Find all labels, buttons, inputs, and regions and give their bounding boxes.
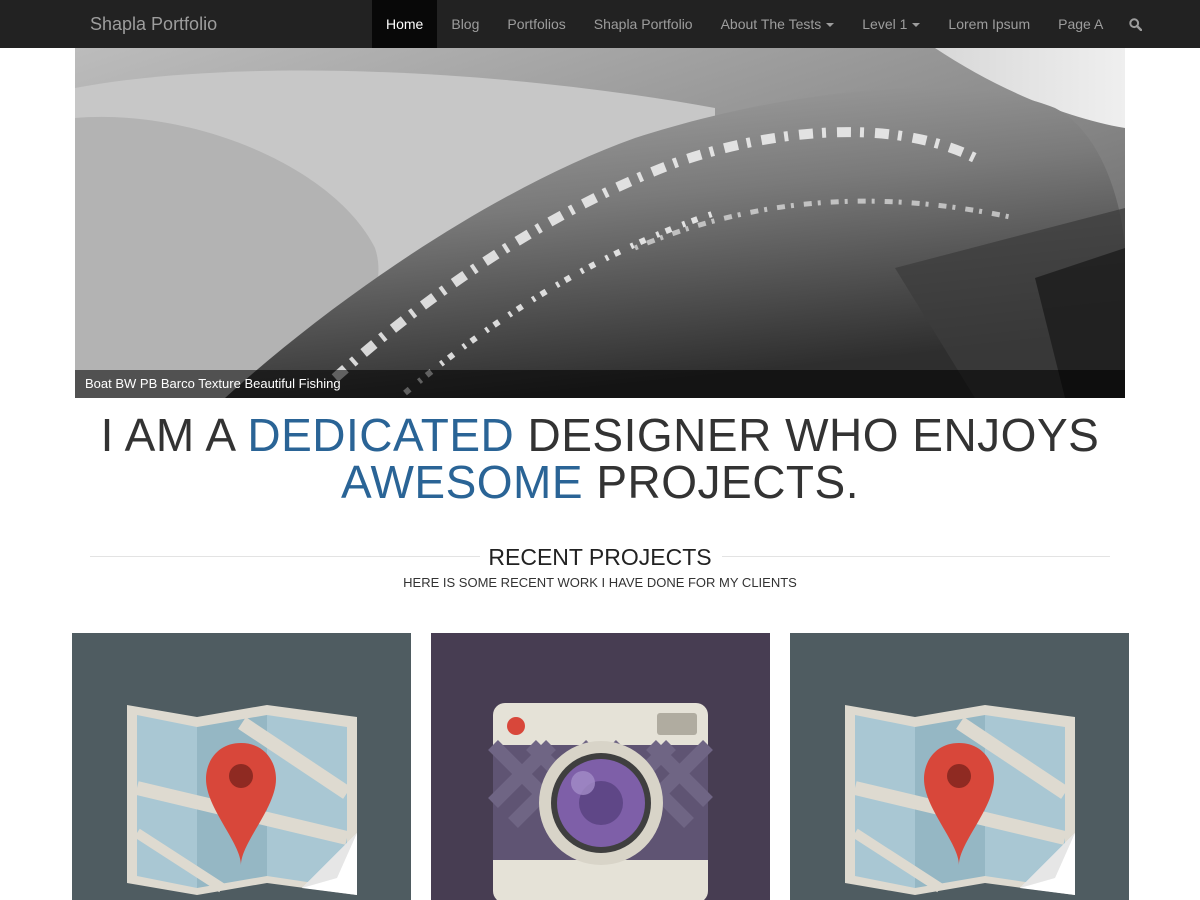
camera-icon [488, 703, 713, 900]
nav-item-about-the-tests[interactable]: About The Tests [707, 0, 849, 48]
search-icon [1129, 17, 1143, 31]
nav-item-portfolios[interactable]: Portfolios [493, 0, 579, 48]
nav-item-shapla-portfolio[interactable]: Shapla Portfolio [580, 0, 707, 48]
map-icon [845, 705, 1075, 895]
tagline-text: PROJECTS. [583, 456, 859, 508]
nav-item-label: Blog [451, 16, 480, 32]
nav-item-blog[interactable]: Blog [437, 0, 493, 48]
nav-item-label: Page A [1058, 16, 1104, 32]
search-button[interactable] [1117, 0, 1156, 48]
section-title: RECENT PROJECTS [488, 544, 712, 570]
nav-item-label: Home [386, 16, 424, 32]
nav-item-level-1[interactable]: Level 1 [848, 0, 934, 48]
tagline: I AM A DEDICATED DESIGNER WHO ENJOYS AWE… [0, 412, 1200, 506]
project-tile-2[interactable] [431, 633, 770, 900]
nav-item-label: Portfolios [507, 16, 566, 32]
nav-item-label: Level 1 [862, 16, 908, 32]
nav-item-home[interactable]: Home [372, 0, 438, 48]
main-nav: Home Blog Portfolios Shapla Portfolio Ab… [372, 0, 1156, 48]
navbar: Shapla Portfolio Home Blog Portfolios Sh… [0, 0, 1200, 48]
slide-image [75, 48, 1125, 398]
tagline-text: I AM A [100, 409, 248, 461]
slide-caption: Boat BW PB Barco Texture Beautiful Fishi… [75, 370, 1125, 398]
section-subtitle: HERE IS SOME RECENT WORK I HAVE DONE FOR… [403, 575, 797, 590]
site-brand[interactable]: Shapla Portfolio [90, 0, 217, 48]
hero-slider[interactable]: Boat BW PB Barco Texture Beautiful Fishi… [75, 48, 1125, 398]
caret-down-icon [912, 23, 921, 28]
project-tile-1[interactable] [72, 633, 411, 900]
caret-down-icon [826, 23, 835, 28]
map-icon [127, 705, 357, 895]
nav-item-label: About The Tests [720, 16, 822, 32]
nav-item-label: Lorem Ipsum [948, 16, 1031, 32]
tagline-text: DESIGNER WHO ENJOYS [514, 409, 1100, 461]
tagline-highlight: AWESOME [341, 456, 584, 508]
nav-item-label: Shapla Portfolio [593, 16, 693, 32]
nav-item-page-a[interactable]: Page A [1044, 0, 1117, 48]
nav-item-lorem-ipsum[interactable]: Lorem Ipsum [934, 0, 1044, 48]
project-tile-3[interactable] [790, 633, 1129, 900]
tagline-highlight: DEDICATED [247, 409, 515, 461]
